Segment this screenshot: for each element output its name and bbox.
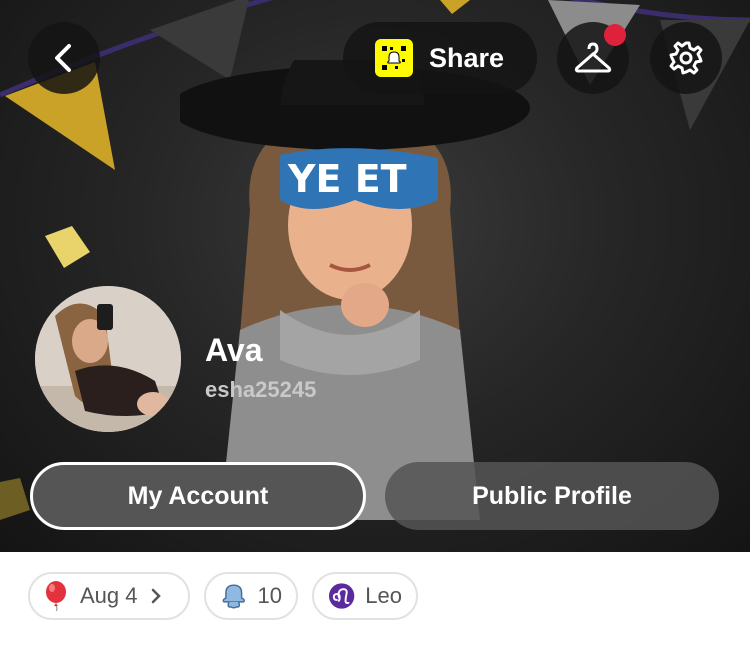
bitmoji-avatar: YE ET (180, 60, 530, 520)
gear-icon (669, 41, 703, 75)
birthday-label: Aug 4 (80, 583, 138, 608)
settings-button[interactable] (650, 22, 722, 94)
share-button[interactable]: Share (343, 22, 537, 94)
chevron-left-icon (55, 44, 71, 72)
username: esha25245 (205, 377, 317, 402)
notification-dot (604, 24, 626, 46)
friends-count-label: 10 (257, 583, 282, 608)
friends-count-chip[interactable]: 10 (204, 572, 298, 620)
chevron-right-icon (151, 588, 161, 604)
ghost-icon (222, 584, 245, 609)
hanger-icon (574, 42, 612, 73)
glasses-text: YE ET (287, 157, 407, 201)
profile-info-chips: Aug 4 10 Leo (0, 552, 750, 649)
share-label: Share (429, 42, 505, 73)
profile-hero: YE ET Share Ava esha25245 My Account Pub… (0, 0, 750, 552)
profile-photo[interactable] (35, 286, 181, 432)
public-profile-button[interactable]: Public Profile (385, 462, 719, 530)
zodiac-label: Leo (365, 583, 402, 608)
balloon-icon (46, 581, 66, 611)
profile-photo-image (35, 286, 181, 432)
zodiac-chip[interactable]: Leo (312, 572, 418, 620)
birthday-chip[interactable]: Aug 4 (28, 572, 190, 620)
snapcode-icon (375, 39, 413, 77)
back-button[interactable] (28, 22, 100, 94)
my-account-button[interactable]: My Account (30, 462, 366, 530)
display-name: Ava (205, 332, 263, 368)
leo-icon (328, 583, 355, 609)
